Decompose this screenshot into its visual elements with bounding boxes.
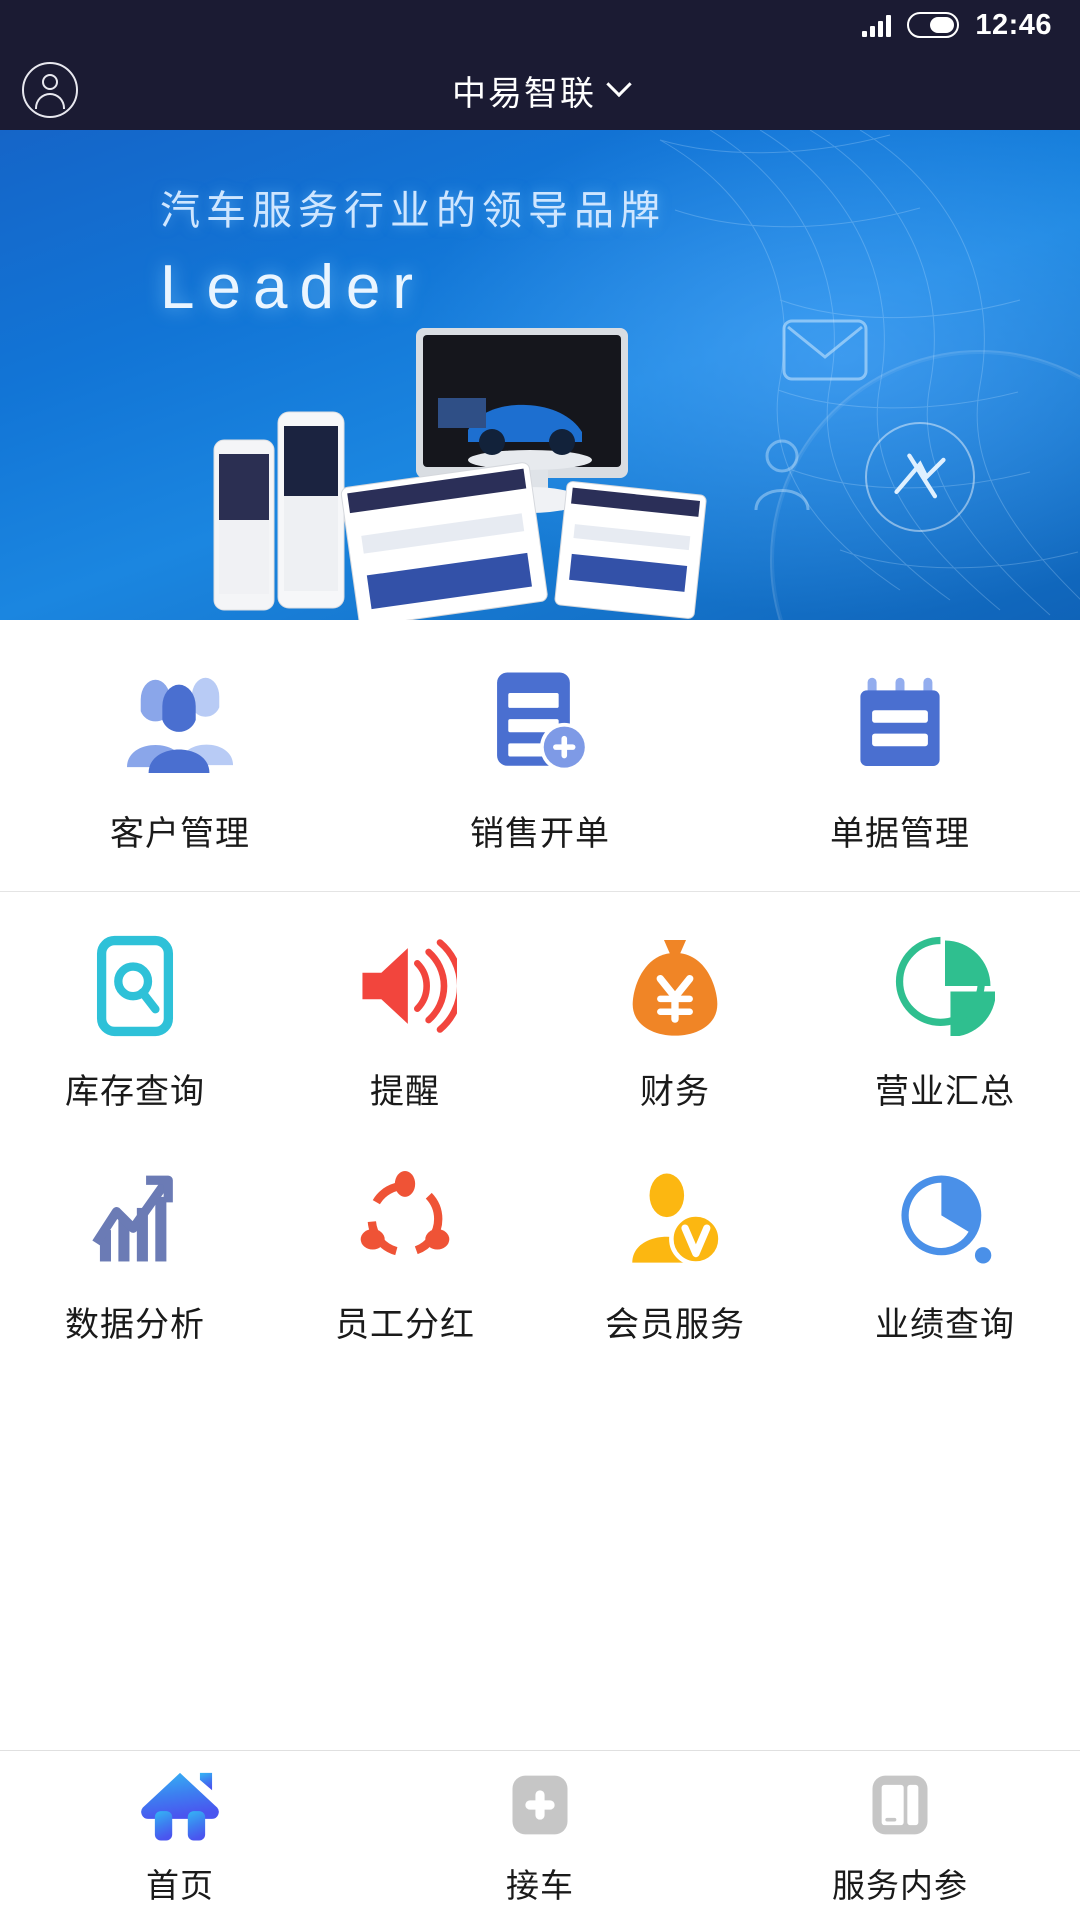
grid-item-label: 财务	[640, 1073, 710, 1111]
grid-item-label: 提醒	[370, 1073, 440, 1111]
notepad-icon	[846, 662, 954, 780]
tab-label: 接车	[505, 1866, 574, 1904]
grid-item-documents[interactable]: 单据管理	[720, 662, 1080, 855]
member-badge-icon	[625, 1167, 725, 1271]
grid-item-reminder[interactable]: 提醒	[270, 934, 540, 1113]
grid-item-member-service[interactable]: 会员服务	[540, 1167, 810, 1346]
grid-item-label: 客户管理	[109, 815, 250, 853]
grid-item-staff-bonus[interactable]: 员工分红	[270, 1167, 540, 1346]
grid-item-finance[interactable]: 财务	[540, 934, 810, 1113]
grid-item-customers[interactable]: 客户管理	[0, 662, 360, 855]
bar-chart-trend-icon	[87, 1167, 183, 1271]
money-bag-icon	[629, 934, 721, 1038]
grid-item-label: 会员服务	[605, 1306, 745, 1344]
grid-item-data-analysis[interactable]: 数据分析	[0, 1167, 270, 1346]
banner-subtitle: 汽车服务行业的领导品牌	[160, 189, 666, 233]
promo-banner[interactable]: 汽车服务行业的领导品牌 Leader	[0, 130, 1080, 620]
grid-item-label: 员工分红	[335, 1306, 475, 1344]
status-bar-right: 12:46	[862, 8, 1052, 41]
grid-item-label: 单据管理	[829, 815, 970, 853]
primary-grid: 客户管理 销售开单 单据管理	[0, 662, 1080, 855]
tab-receive-car[interactable]: 接车	[360, 1765, 720, 1907]
plus-icon	[507, 1765, 573, 1845]
pie-chart-icon	[895, 934, 995, 1038]
main-content: 客户管理 销售开单 单据管理 库存查询 提醒 财务 营业汇总 数据分析 员工分红…	[0, 620, 1080, 1750]
tab-label: 首页	[145, 1866, 214, 1904]
book-icon	[867, 1765, 933, 1845]
inventory-search-icon	[88, 934, 182, 1038]
grid-item-sales-invoice[interactable]: 销售开单	[360, 662, 720, 855]
grid-item-performance-query[interactable]: 业绩查询	[810, 1167, 1080, 1346]
signal-bars-icon	[862, 13, 892, 37]
grid-item-label: 库存查询	[65, 1073, 205, 1111]
share-nodes-icon	[357, 1167, 453, 1271]
sales-invoice-icon	[484, 662, 596, 780]
grid-item-label: 营业汇总	[875, 1073, 1015, 1111]
bottom-tab-bar: 首页 接车 服务内参	[0, 1750, 1080, 1920]
grid-item-label: 业绩查询	[875, 1306, 1015, 1344]
banner-title: Leader	[160, 253, 426, 322]
user-silhouette-icon	[754, 439, 810, 511]
grid-item-label: 数据分析	[65, 1306, 205, 1344]
home-icon	[141, 1765, 219, 1845]
header-title-group[interactable]: 中易智联	[0, 66, 1080, 115]
primary-section: 客户管理 销售开单 单据管理	[0, 620, 1080, 891]
devices-illustration	[213, 328, 707, 620]
secondary-section: 库存查询 提醒 财务 营业汇总 数据分析 员工分红 会员服务 业绩查询	[0, 891, 1080, 1382]
tab-home[interactable]: 首页	[0, 1765, 360, 1907]
status-clock: 12:46	[975, 8, 1052, 41]
performance-pie-icon	[896, 1167, 994, 1271]
grid-item-business-summary[interactable]: 营业汇总	[810, 934, 1080, 1113]
secondary-grid-row-2: 数据分析 员工分红 会员服务 业绩查询	[0, 1167, 1080, 1346]
grid-item-inventory-search[interactable]: 库存查询	[0, 934, 270, 1113]
chevron-down-icon[interactable]	[606, 71, 632, 98]
app-screen: 12:46 中易智联 汽车服务行业的领导品牌 Leader 客户管理 销售开单 …	[0, 0, 1080, 1920]
user-avatar-icon[interactable]	[22, 62, 78, 118]
grid-item-label: 销售开单	[469, 815, 610, 853]
secondary-grid-row-1: 库存查询 提醒 财务 营业汇总	[0, 934, 1080, 1113]
battery-icon	[907, 12, 960, 38]
customers-icon	[121, 662, 239, 780]
app-header: 中易智联	[0, 50, 1080, 130]
tab-label: 服务内参	[831, 1866, 968, 1904]
mail-icon	[782, 319, 868, 381]
banner-text: 汽车服务行业的领导品牌 Leader	[160, 178, 666, 323]
tab-service-guide[interactable]: 服务内参	[720, 1765, 1080, 1907]
page-title: 中易智联	[452, 74, 596, 113]
speaker-alert-icon	[353, 934, 457, 1038]
connect-circle-icon	[865, 422, 975, 532]
status-bar: 12:46	[0, 0, 1080, 50]
